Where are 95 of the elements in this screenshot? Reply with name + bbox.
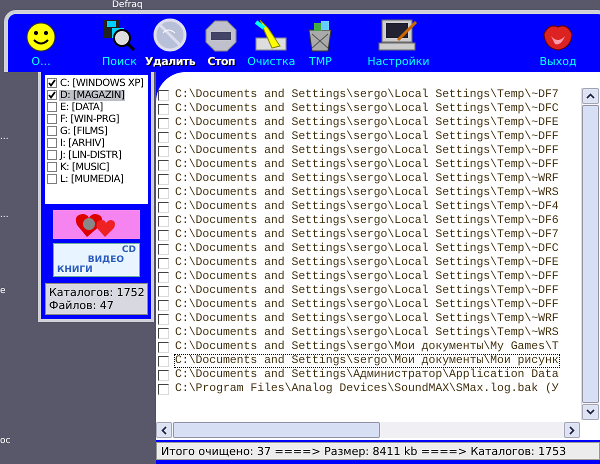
checkbox[interactable] — [158, 370, 169, 380]
desktop-icon-label: ... — [0, 210, 9, 220]
checkbox[interactable] — [47, 114, 57, 124]
checkbox[interactable] — [158, 286, 169, 296]
chevron-icon — [586, 409, 595, 415]
toolbar-button[interactable]: Выход — [540, 18, 577, 68]
chevron-icon — [586, 93, 595, 99]
stats-text: Файлов: 47 — [49, 299, 115, 312]
status-bar: Итого очищено: 37 ====> Размер: 8411 kb ====> Каталогов: 1753 — [156, 442, 600, 460]
file-path[interactable]: C:\Documents and Settings\sergo\Мои документы\My Games\T — [174, 340, 560, 354]
checkbox[interactable] — [47, 102, 57, 112]
checkbox[interactable] — [158, 356, 169, 366]
desktop-icon-label: e — [0, 286, 6, 296]
checkbox[interactable] — [158, 328, 169, 338]
file-path[interactable]: C:\Program Files\Analog Devices\SoundMAX\SMax.log.bak (У — [174, 382, 560, 396]
checkbox[interactable] — [47, 138, 57, 148]
scroll-right-button[interactable] — [564, 422, 580, 438]
checkbox[interactable] — [158, 384, 169, 394]
checkbox[interactable] — [158, 300, 169, 310]
checkbox[interactable] — [47, 174, 57, 184]
file-path[interactable]: C:\Documents and Settings\sergo\Local Settings\Temp\~DFE — [174, 256, 560, 270]
file-path[interactable]: C:\Documents and Settings\sergo\Local Settings\Temp\~DF7 — [174, 88, 560, 102]
file-path[interactable]: C:\Documents and Settings\sergo\Local Settings\Temp\~DFC — [174, 242, 560, 256]
file-path[interactable]: C:\Documents and Settings\sergo\Local Settings\Temp\~DFE — [174, 116, 560, 130]
file-path[interactable]: C:\Documents and Settings\sergo\Local Settings\Temp\~DF4 — [174, 200, 560, 214]
magnifier-icon — [102, 18, 136, 52]
toolbar-button[interactable]: Очистка — [247, 18, 296, 68]
file-path[interactable]: C:\Documents and Settings\sergo\Local Settings\Temp\~DFC — [174, 102, 560, 116]
drive-item[interactable]: F: [WIN-PRG] — [59, 114, 120, 124]
file-path[interactable]: C:\Documents and Settings\sergo\Local Settings\Temp\~DFF — [174, 144, 560, 158]
banner-text: ВИДЕО — [88, 255, 124, 265]
file-path[interactable]: C:\Documents and Settings\sergo\Local Settings\Temp\~DFF — [174, 298, 560, 312]
checkbox[interactable] — [158, 90, 169, 100]
checkbox[interactable] — [158, 104, 169, 114]
stats-text: Каталогов: 1752 — [49, 286, 144, 299]
checkbox[interactable] — [158, 160, 169, 170]
drive-item[interactable]: D: [MAGAZIN] — [59, 90, 126, 100]
checkbox[interactable] — [158, 216, 169, 226]
drive-item[interactable]: J: [LIN-DISTR] — [59, 150, 122, 160]
computer-icon — [378, 18, 418, 52]
file-path[interactable]: C:\Documents and Settings\sergo\Local Settings\Temp\~DFF — [174, 284, 560, 298]
checkbox[interactable] — [158, 314, 169, 324]
desktop-icon-label: Defraq — [112, 0, 143, 10]
broom-icon — [254, 18, 288, 52]
stop-sign-icon — [205, 20, 238, 52]
drive-item[interactable]: C: [WINDOWS XP] — [59, 78, 145, 88]
scrollbar-thumb[interactable] — [582, 105, 599, 403]
checkbox[interactable] — [158, 118, 169, 128]
toolbar-button[interactable]: Поиск — [102, 18, 137, 68]
drive-item[interactable]: K: [MUSIC] — [59, 162, 110, 172]
checkbox[interactable] — [158, 230, 169, 240]
banner-text: КНИГИ — [57, 265, 93, 275]
file-path[interactable]: C:\Documents and Settings\sergo\Мои документы\Мои рисунк — [174, 354, 560, 368]
file-path[interactable]: C:\Documents and Settings\sergo\Local Settings\Temp\~DFF — [174, 158, 560, 172]
drive-item[interactable]: L: [MUMEDIA] — [59, 174, 125, 184]
chevron-icon — [569, 426, 575, 434]
checkbox[interactable] — [158, 244, 169, 254]
file-path[interactable]: C:\Documents and Settings\sergo\Local Settings\Temp\~DF6 — [174, 214, 560, 228]
toolbar-button[interactable]: TMP — [305, 18, 336, 68]
checkbox[interactable] — [158, 202, 169, 212]
smiley-icon — [26, 22, 56, 52]
checkbox[interactable] — [47, 78, 57, 88]
checkbox[interactable] — [47, 90, 57, 100]
file-path[interactable]: C:\Documents and Settings\Администратор\Application Data — [174, 368, 560, 382]
checkbox[interactable] — [158, 342, 169, 352]
checkbox[interactable] — [47, 126, 57, 136]
scroll-up-button[interactable] — [582, 88, 599, 104]
checkbox[interactable] — [158, 258, 169, 268]
checkbox[interactable] — [158, 174, 169, 184]
drive-item[interactable]: G: [FILMS] — [59, 126, 108, 136]
toolbar-button[interactable]: Настройки — [367, 18, 430, 68]
chevron-icon — [161, 426, 167, 434]
checkbox[interactable] — [158, 272, 169, 282]
scrollbar-thumb[interactable] — [173, 422, 380, 438]
file-path[interactable]: C:\Documents and Settings\sergo\Local Settings\Temp\~DFF — [174, 270, 560, 284]
file-path[interactable]: C:\Documents and Settings\sergo\Local Settings\Temp\~WRF — [174, 172, 560, 186]
drive-item[interactable]: I: [ARHIV] — [59, 138, 106, 148]
scroll-down-button[interactable] — [582, 404, 599, 420]
checkbox[interactable] — [158, 188, 169, 198]
file-path[interactable]: C:\Documents and Settings\sergo\Local Settings\Temp\~WRS — [174, 326, 560, 340]
file-path[interactable]: C:\Documents and Settings\sergo\Local Settings\Temp\~DFF — [174, 130, 560, 144]
no-sign-icon — [153, 18, 188, 52]
checkbox[interactable] — [158, 146, 169, 156]
checkbox[interactable] — [158, 132, 169, 142]
desktop-icon-label: ... — [0, 132, 9, 142]
toolbar-button[interactable]: О... — [26, 18, 56, 68]
drive-item[interactable]: E: [DATA] — [59, 102, 104, 112]
scroll-left-button[interactable] — [156, 422, 172, 438]
file-path[interactable]: C:\Documents and Settings\sergo\Local Settings\Temp\~WRS — [174, 186, 560, 200]
checkbox[interactable] — [47, 150, 57, 160]
file-path[interactable]: C:\Documents and Settings\sergo\Local Settings\Temp\~WRF — [174, 312, 560, 326]
checkbox[interactable] — [47, 162, 57, 172]
file-path[interactable]: C:\Documents and Settings\sergo\Local Settings\Temp\~DF7 — [174, 228, 560, 242]
banner-text: CD — [122, 245, 136, 255]
desktop-icon-label: oc — [0, 436, 10, 446]
